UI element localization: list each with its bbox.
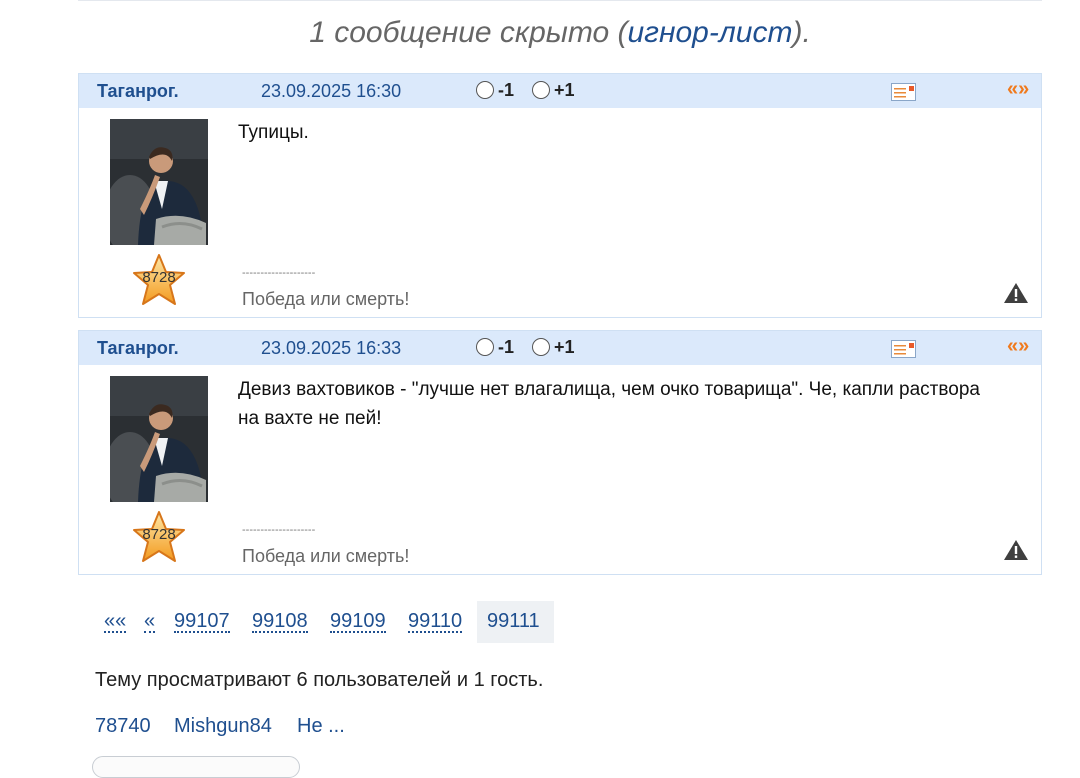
rank-value: 8728	[142, 269, 176, 286]
post-author[interactable]: Таганрог.	[97, 338, 179, 359]
prev-page-link[interactable]: «	[144, 611, 156, 633]
vote-plus-option[interactable]: +1	[532, 80, 575, 101]
top-divider	[78, 0, 1042, 1]
vote-plus-label: +1	[554, 337, 575, 357]
page-link[interactable]: 99108	[252, 611, 308, 633]
first-page-link[interactable]: ««	[104, 611, 127, 633]
vote-minus-label: -1	[498, 337, 515, 357]
current-page-number: 99111	[487, 610, 540, 632]
viewer-user-link[interactable]: 78740	[95, 715, 151, 738]
radio-icon[interactable]	[476, 81, 494, 99]
post-body: Девиз вахтовиков - "лучше нет влагалища,…	[238, 379, 980, 429]
viewer-user-link[interactable]: Не ...	[297, 715, 345, 738]
report-warning-icon[interactable]	[1003, 539, 1029, 561]
post-body: Тупицы.	[238, 122, 309, 143]
quote-button[interactable]: «»	[1007, 335, 1029, 358]
private-message-icon[interactable]	[891, 340, 916, 358]
user-avatar[interactable]	[110, 376, 208, 502]
page-link[interactable]: 99107	[174, 611, 230, 633]
viewer-user-link[interactable]: Mishgun84	[174, 715, 272, 738]
notice-suffix: ).	[792, 16, 811, 49]
topic-viewers-text: Тему просматривают 6 пользователей и 1 г…	[95, 669, 544, 691]
page-link[interactable]: 99109	[330, 611, 386, 633]
rank-value: 8728	[142, 526, 176, 543]
signature: Победа или смерть!	[242, 289, 410, 309]
quote-button[interactable]: «»	[1007, 78, 1029, 101]
forum-post: Таганрог. 23.09.2025 16:33 -1 +1 «» 8728…	[78, 330, 1042, 575]
radio-icon[interactable]	[532, 81, 550, 99]
user-avatar[interactable]	[110, 119, 208, 245]
vote-minus-option[interactable]: -1	[476, 80, 514, 101]
ignore-list-link[interactable]: игнор-лист	[628, 16, 793, 49]
notice-prefix: 1 сообщение скрыто (	[309, 16, 628, 49]
post-date[interactable]: 23.09.2025 16:30	[261, 81, 401, 102]
vote-plus-option[interactable]: +1	[532, 337, 575, 358]
post-header: Таганрог. 23.09.2025 16:30 -1 +1 «»	[79, 74, 1041, 108]
post-header: Таганрог. 23.09.2025 16:33 -1 +1 «»	[79, 331, 1041, 365]
forum-post: Таганрог. 23.09.2025 16:30 -1 +1 «» 8728…	[78, 73, 1042, 318]
radio-icon[interactable]	[476, 338, 494, 356]
post-author[interactable]: Таганрог.	[97, 81, 179, 102]
radio-icon[interactable]	[532, 338, 550, 356]
page-link[interactable]: 99110	[408, 611, 463, 633]
signature: Победа или смерть!	[242, 546, 410, 566]
bottom-button[interactable]	[92, 756, 300, 778]
vote-minus-option[interactable]: -1	[476, 337, 514, 358]
private-message-icon[interactable]	[891, 83, 916, 101]
rank-star-badge: 8728	[131, 253, 187, 307]
vote-plus-label: +1	[554, 80, 575, 100]
signature-separator: --------------------	[242, 524, 316, 536]
report-warning-icon[interactable]	[1003, 282, 1029, 304]
rank-star-badge: 8728	[131, 510, 187, 564]
vote-minus-label: -1	[498, 80, 515, 100]
signature-separator: --------------------	[242, 267, 316, 279]
post-date[interactable]: 23.09.2025 16:33	[261, 338, 401, 359]
current-page: 99111	[477, 601, 554, 643]
hidden-messages-notice: 1 сообщение скрыто (игнор-лист).	[0, 16, 1080, 50]
